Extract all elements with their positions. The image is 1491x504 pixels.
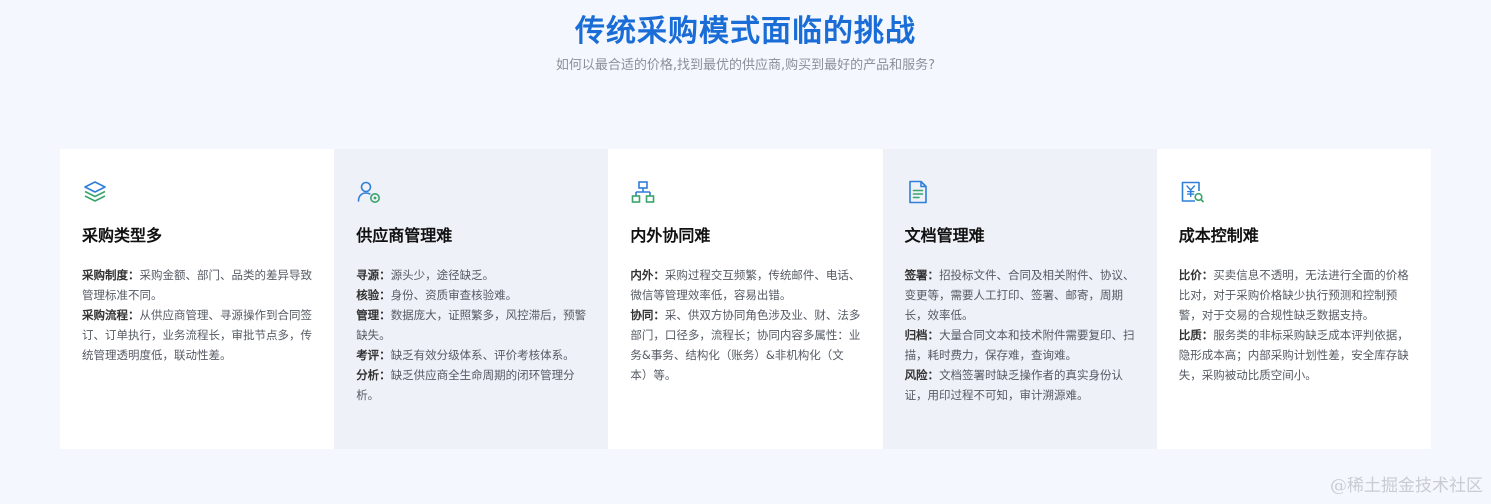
card-line: 比价：买卖信息不透明，无法进行全面的价格比对，对于采购价格缺少执行预测和控制预警… bbox=[1179, 265, 1409, 325]
line-text: 买卖信息不透明，无法进行全面的价格比对，对于采购价格缺少执行预测和控制预警，对于… bbox=[1178, 268, 1409, 322]
card-body: 寻源：源头少，途径缺乏。 核验：身份、资质审查核验难。 管理：数据庞大，证照繁多… bbox=[356, 265, 586, 405]
card-procurement-types: 采购类型多 采购制度：采购金额、部门、品类的差异导致管理标准不同。 采购流程：从… bbox=[60, 149, 335, 449]
card-line: 采购制度：采购金额、部门、品类的差异导致管理标准不同。 bbox=[82, 265, 312, 305]
line-text: 招投标文件、合同及相关附件、协议、变更等，需要人工打印、签署、邮寄，周期长，效率… bbox=[904, 268, 1135, 322]
line-label: 采购制度： bbox=[82, 268, 140, 282]
supplier-settings-icon bbox=[357, 181, 381, 203]
card-line: 采购流程：从供应商管理、寻源操作到合同签订、订单执行，业务流程长，审批节点多，传… bbox=[82, 305, 312, 365]
watermark: @稀土掘金技术社区 bbox=[1330, 476, 1483, 496]
document-icon bbox=[908, 180, 927, 204]
line-label: 内外： bbox=[630, 268, 665, 282]
layers-icon bbox=[84, 181, 106, 202]
line-label: 核验： bbox=[356, 288, 391, 302]
line-label: 分析： bbox=[356, 368, 391, 382]
cost-search-icon bbox=[1181, 181, 1204, 203]
card-body: 签署：招投标文件、合同及相关附件、协议、变更等，需要人工打印、签署、邮寄，周期长… bbox=[905, 265, 1135, 405]
line-label: 寻源： bbox=[356, 268, 391, 282]
line-label: 考评： bbox=[356, 348, 391, 362]
line-label: 协同： bbox=[630, 308, 665, 322]
line-label: 签署： bbox=[904, 268, 940, 282]
line-text: 采、供双方协同角色涉及业、财、法多部门，口径多，流程长；协同内容多属性：业务&事… bbox=[630, 308, 861, 382]
card-title: 文档管理难 bbox=[904, 226, 985, 245]
card-title: 内外协同难 bbox=[630, 226, 711, 245]
card-cost-control: 成本控制难 比价：买卖信息不透明，无法进行全面的价格比对，对于采购价格缺少执行预… bbox=[1156, 149, 1431, 449]
org-chart-icon bbox=[632, 181, 655, 203]
card-line: 比质：服务类的非标采购缺乏成本评判依据，隐形成本高；内部采购计划性差，安全库存缺… bbox=[1179, 325, 1409, 385]
page-header: 传统采购模式面临的挑战 如何以最合适的价格,找到最优的供应商,购买到最好的产品和… bbox=[0, 12, 1491, 76]
line-text: 采购过程交互频繁，传统邮件、电话、微信等管理效率低，容易出错。 bbox=[630, 268, 861, 302]
card-line: 寻源：源头少，途径缺乏。 bbox=[356, 265, 586, 285]
line-label: 管理： bbox=[356, 308, 391, 322]
line-label: 归档： bbox=[904, 328, 940, 342]
card-line: 协同：采、供双方协同角色涉及业、财、法多部门，口径多，流程长；协同内容多属性：业… bbox=[630, 305, 860, 385]
line-text: 服务类的非标采购缺乏成本评判依据，隐形成本高；内部采购计划性差，安全库存缺失，采… bbox=[1178, 328, 1409, 382]
card-line: 风险：文档签署时缺乏操作者的真实身份认证，用印过程不可知，审计溯源难。 bbox=[905, 365, 1135, 405]
card-line: 考评：缺乏有效分级体系、评价考核体系。 bbox=[356, 345, 586, 365]
card-title: 采购类型多 bbox=[82, 226, 163, 245]
line-text: 缺乏有效分级体系、评价考核体系。 bbox=[390, 348, 575, 362]
card-collaboration: 内外协同难 内外：采购过程交互频繁，传统邮件、电话、微信等管理效率低，容易出错。… bbox=[608, 149, 883, 449]
card-body: 内外：采购过程交互频繁，传统邮件、电话、微信等管理效率低，容易出错。 协同：采、… bbox=[630, 265, 860, 385]
card-body: 比价：买卖信息不透明，无法进行全面的价格比对，对于采购价格缺少执行预测和控制预警… bbox=[1179, 265, 1409, 385]
card-body: 采购制度：采购金额、部门、品类的差异导致管理标准不同。 采购流程：从供应商管理、… bbox=[82, 265, 312, 365]
line-text: 大量合同文本和技术附件需要复印、扫描，耗时费力，保存难，查询难。 bbox=[904, 328, 1135, 362]
card-title: 供应商管理难 bbox=[356, 226, 453, 245]
card-line: 管理：数据庞大，证照繁多，风控滞后，预警缺失。 bbox=[356, 305, 586, 345]
line-text: 源头少，途径缺乏。 bbox=[390, 268, 495, 282]
card-title: 成本控制难 bbox=[1178, 226, 1259, 245]
page-title: 传统采购模式面临的挑战 bbox=[575, 14, 916, 49]
card-line: 内外：采购过程交互频繁，传统邮件、电话、微信等管理效率低，容易出错。 bbox=[630, 265, 860, 305]
card-line: 签署：招投标文件、合同及相关附件、协议、变更等，需要人工打印、签署、邮寄，周期长… bbox=[905, 265, 1135, 325]
card-line: 分析：缺乏供应商全生命周期的闭环管理分析。 bbox=[356, 365, 586, 405]
card-line: 归档：大量合同文本和技术附件需要复印、扫描，耗时费力，保存难，查询难。 bbox=[905, 325, 1135, 365]
line-label: 比质： bbox=[1178, 328, 1214, 342]
line-label: 比价： bbox=[1178, 268, 1214, 282]
card-line: 核验：身份、资质审查核验难。 bbox=[356, 285, 586, 305]
card-supplier-management: 供应商管理难 寻源：源头少，途径缺乏。 核验：身份、资质审查核验难。 管理：数据… bbox=[334, 149, 609, 449]
challenge-cards: 采购类型多 采购制度：采购金额、部门、品类的差异导致管理标准不同。 采购流程：从… bbox=[60, 149, 1431, 449]
line-text: 身份、资质审查核验难。 bbox=[390, 288, 518, 302]
page-subtitle: 如何以最合适的价格,找到最优的供应商,购买到最好的产品和服务? bbox=[555, 58, 936, 73]
card-document-management: 文档管理难 签署：招投标文件、合同及相关附件、协议、变更等，需要人工打印、签署、… bbox=[882, 149, 1157, 449]
line-text: 数据庞大，证照繁多，风控滞后，预警缺失。 bbox=[356, 308, 587, 342]
line-label: 风险： bbox=[904, 368, 940, 382]
line-label: 采购流程： bbox=[82, 308, 140, 322]
